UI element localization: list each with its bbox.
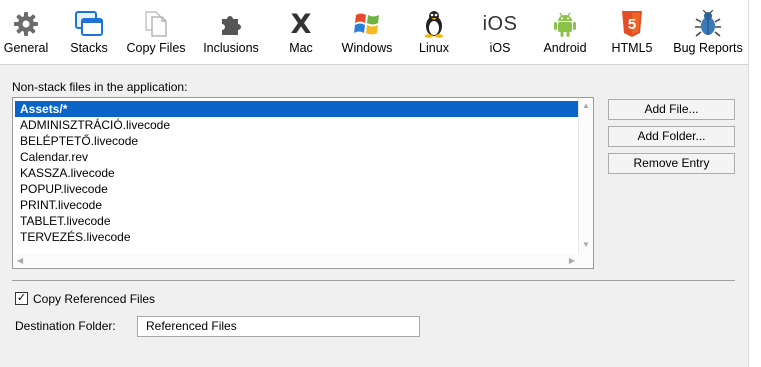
puzzle-icon xyxy=(216,9,246,39)
copy-files-icon xyxy=(141,9,171,39)
mac-x-glyph: X xyxy=(290,8,312,40)
category-toolbar: General Stacks Copy Files Inclusions X M… xyxy=(0,0,748,65)
list-item[interactable]: BELÉPTETŐ.livecode xyxy=(15,133,578,149)
tab-ios[interactable]: iOS iOS xyxy=(478,0,522,64)
copy-referenced-checkbox[interactable]: ✓ xyxy=(15,292,28,305)
bug-icon xyxy=(693,9,723,39)
copy-referenced-label[interactable]: Copy Referenced Files xyxy=(33,292,155,306)
list-item[interactable]: TABLET.livecode xyxy=(15,213,578,229)
list-item[interactable]: Calendar.rev xyxy=(15,149,578,165)
mac-x-icon: X xyxy=(286,8,316,40)
tab-inclusions[interactable]: Inclusions xyxy=(199,0,263,64)
list-item[interactable]: Assets/* xyxy=(15,101,578,117)
tab-copy-files[interactable]: Copy Files xyxy=(124,0,188,64)
tab-general[interactable]: General xyxy=(0,0,52,64)
ios-icon: iOS xyxy=(482,9,518,39)
files-section-label: Non-stack files in the application: xyxy=(12,80,188,94)
list-item[interactable]: PRINT.livecode xyxy=(15,197,578,213)
add-folder-button[interactable]: Add Folder... xyxy=(608,126,735,147)
tab-mac[interactable]: X Mac xyxy=(281,0,321,64)
window-edge xyxy=(748,0,761,367)
tab-label: Android xyxy=(543,41,587,55)
add-file-button[interactable]: Add File... xyxy=(608,99,735,120)
tab-label: Linux xyxy=(419,41,449,55)
tab-android[interactable]: Android xyxy=(538,0,592,64)
file-list[interactable]: Assets/* ADMINISZTRÁCIÓ.livecode BELÉPTE… xyxy=(12,97,594,269)
tab-html5[interactable]: 5 HTML5 xyxy=(608,0,656,64)
tab-linux[interactable]: Linux xyxy=(412,0,456,64)
windows-icon xyxy=(352,9,382,39)
list-item[interactable]: POPUP.livecode xyxy=(15,181,578,197)
tab-label: Mac xyxy=(289,41,313,55)
tab-label: Copy Files xyxy=(126,41,186,55)
android-icon xyxy=(550,9,580,39)
stacks-icon xyxy=(74,9,104,39)
ios-glyph: iOS xyxy=(482,12,518,35)
file-list-rows: Assets/* ADMINISZTRÁCIÓ.livecode BELÉPTE… xyxy=(15,101,578,245)
gear-icon xyxy=(11,9,41,39)
html5-icon: 5 xyxy=(617,9,647,39)
tab-label: HTML5 xyxy=(611,41,653,55)
horizontal-scrollbar[interactable]: ◀ ▶ xyxy=(13,254,579,268)
html5-glyph: 5 xyxy=(628,16,636,33)
scroll-down-arrow[interactable]: ▼ xyxy=(582,240,590,250)
list-item[interactable]: KASSZA.livecode xyxy=(15,165,578,181)
list-item[interactable]: ADMINISZTRÁCIÓ.livecode xyxy=(15,117,578,133)
linux-tux-icon xyxy=(419,9,449,39)
remove-entry-button[interactable]: Remove Entry xyxy=(608,153,735,174)
tab-label: Stacks xyxy=(70,41,108,55)
destination-folder-field[interactable]: Referenced Files xyxy=(137,316,420,337)
scroll-right-arrow[interactable]: ▶ xyxy=(569,256,575,266)
checkmark-icon: ✓ xyxy=(16,292,27,304)
tab-label: Windows xyxy=(341,41,393,55)
tab-label: iOS xyxy=(489,41,511,55)
tab-label: Inclusions xyxy=(203,41,259,55)
scroll-left-arrow[interactable]: ◀ xyxy=(17,256,23,266)
list-item[interactable]: TERVEZÉS.livecode xyxy=(15,229,578,245)
tab-stacks[interactable]: Stacks xyxy=(63,0,115,64)
section-divider xyxy=(12,280,735,281)
tab-windows[interactable]: Windows xyxy=(338,0,396,64)
destination-folder-label: Destination Folder: xyxy=(15,319,116,333)
vertical-scrollbar[interactable]: ▲ ▼ xyxy=(578,98,593,268)
tab-label: Bug Reports xyxy=(673,41,743,55)
tab-label: General xyxy=(3,41,49,55)
tab-bug-reports[interactable]: Bug Reports xyxy=(672,0,744,64)
scroll-up-arrow[interactable]: ▲ xyxy=(582,101,590,111)
